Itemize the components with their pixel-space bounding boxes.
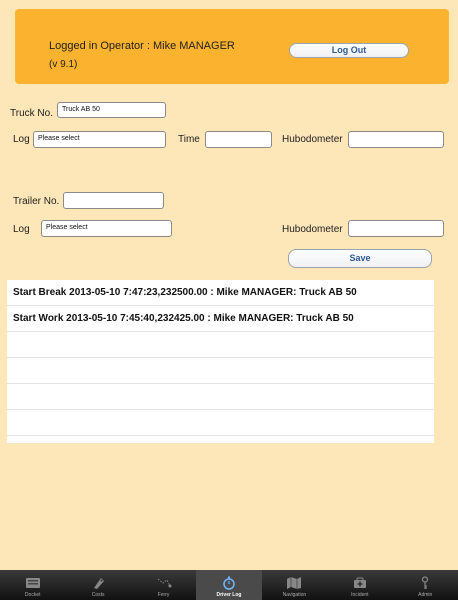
tab-label: Docket <box>24 592 41 598</box>
truck-no-label: Truck No. <box>10 108 53 119</box>
truck-hubodometer-field[interactable] <box>348 131 444 148</box>
docket-icon <box>25 578 40 588</box>
ferry-icon <box>157 578 172 588</box>
truck-log-label: Log <box>13 134 30 145</box>
trailer-log-select[interactable]: Please select <box>41 220 172 237</box>
trailer-hubodometer-field[interactable] <box>348 220 444 237</box>
logged-in-operator-text: Logged in Operator : Mike MANAGER <box>49 40 235 52</box>
tab-ferry[interactable]: Ferry <box>131 570 196 600</box>
operator-header: Logged in Operator : Mike MANAGER (v 9.1… <box>15 9 449 84</box>
log-entry[interactable] <box>7 384 434 410</box>
truck-hubodometer-label: Hubodometer <box>282 134 343 145</box>
tab-label: Costs <box>91 592 105 598</box>
tab-costs[interactable]: Costs <box>65 570 130 600</box>
tab-label: Driver Log <box>216 592 242 598</box>
tab-label: Admin <box>418 592 433 598</box>
trailer-log-label: Log <box>13 224 30 235</box>
tab-docket[interactable]: Docket <box>0 570 65 600</box>
tab-driver-log[interactable]: Driver Log <box>196 570 262 600</box>
log-entry[interactable]: Start Work 2013-05-10 7:45:40,232425.00 … <box>7 306 434 332</box>
truck-no-field[interactable]: Truck AB 50 <box>57 102 166 118</box>
trailer-hubodometer-label: Hubodometer <box>282 224 343 235</box>
stopwatch-icon <box>223 576 235 590</box>
tab-admin[interactable]: Admin <box>393 570 458 600</box>
trailer-no-field[interactable] <box>63 192 164 209</box>
tab-bar: Docket Costs Ferry Driver Log Navigation <box>0 570 458 600</box>
tab-label: Incident <box>351 592 369 598</box>
tab-label: Navigation <box>282 592 307 598</box>
time-label: Time <box>178 134 200 145</box>
truck-log-select[interactable]: Please select <box>33 131 166 148</box>
log-entry[interactable] <box>7 332 434 358</box>
version-text: (v 9.1) <box>49 59 78 70</box>
incident-icon <box>353 577 366 588</box>
log-out-button[interactable]: Log Out <box>289 43 409 58</box>
map-icon <box>287 577 302 589</box>
tab-incident[interactable]: Incident <box>327 570 392 600</box>
time-field[interactable] <box>205 131 272 148</box>
log-entry[interactable]: Start Break 2013-05-10 7:47:23,232500.00… <box>7 280 434 306</box>
tab-navigation[interactable]: Navigation <box>262 570 327 600</box>
trailer-no-label: Trailer No. <box>13 196 60 207</box>
costs-icon <box>94 578 105 589</box>
driver-log-list: Start Break 2013-05-10 7:47:23,232500.00… <box>7 280 434 443</box>
log-entry[interactable] <box>7 358 434 384</box>
key-icon <box>422 576 429 589</box>
log-entry[interactable] <box>7 410 434 436</box>
save-button[interactable]: Save <box>288 249 432 268</box>
tab-label: Ferry <box>157 592 170 598</box>
